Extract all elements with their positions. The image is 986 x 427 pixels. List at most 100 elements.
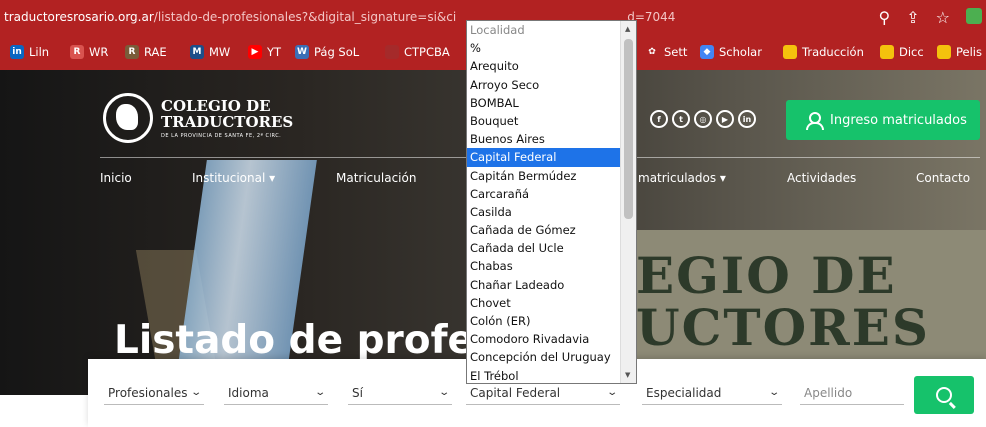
page-background (0, 395, 88, 427)
profesionales-value: Profesionales (108, 385, 188, 400)
dropdown-scrollbar[interactable]: ▲ ▼ (620, 21, 636, 383)
login-label: Ingreso matriculados (830, 112, 967, 128)
scrollbar-thumb[interactable] (624, 39, 633, 219)
nav-actividades[interactable]: Actividades (787, 171, 856, 185)
user-icon (806, 112, 824, 130)
bookmark-icon: W (295, 45, 309, 59)
dropdown-option[interactable]: Concepción del Uruguay (467, 348, 636, 366)
idioma-value: Idioma (228, 385, 269, 400)
bookmark-label: WR (89, 45, 109, 59)
zoom-icon[interactable]: ⚲ (879, 8, 891, 27)
bookmark-icon: ▶ (248, 45, 262, 59)
wall-text-line1: EGIO DE (636, 246, 897, 305)
star-icon[interactable]: ☆ (936, 8, 950, 27)
dropdown-option[interactable]: Colón (ER) (467, 312, 636, 330)
apellido-input[interactable]: Apellido (800, 381, 904, 405)
dropdown-option[interactable]: Cañada de Gómez (467, 221, 636, 239)
localidad-dropdown-list[interactable]: Localidad% Arequito Arroyo Seco BOMBAL Bouqu… (466, 20, 637, 384)
bookmark-item[interactable]: Dicc (880, 45, 924, 59)
bookmark-label: Liln (29, 45, 50, 59)
dropdown-option[interactable]: Bouquet (467, 112, 636, 130)
dropdown-option[interactable]: Capital Federal (467, 148, 636, 167)
extension-icon[interactable] (966, 8, 982, 24)
localidad-select[interactable]: Capital Federal ⌄ (466, 381, 620, 405)
apellido-placeholder: Apellido (804, 385, 853, 400)
chevron-down-icon: ⌄ (437, 387, 450, 398)
dropdown-option[interactable]: Capitán Bermúdez (467, 167, 636, 185)
bookmark-item[interactable]: Traducción (783, 45, 864, 59)
dropdown-option[interactable]: Chabas (467, 257, 636, 275)
youtube-icon[interactable]: ▶ (716, 110, 734, 128)
bookmark-icon (385, 45, 399, 59)
dropdown-option[interactable]: Arequito (467, 57, 636, 75)
dropdown-option[interactable]: El Trébol (467, 367, 636, 383)
nav-institucional[interactable]: Institucional ▾ (192, 171, 275, 185)
logo-line1: COLEGIO DE (161, 96, 271, 115)
search-button[interactable] (914, 376, 974, 414)
bookmark-item[interactable]: R WR (70, 45, 108, 59)
bookmark-label: Pág SoL (314, 45, 360, 59)
dropdown-option[interactable]: Chovet (467, 294, 636, 312)
twitter-icon[interactable]: t (672, 110, 690, 128)
dropdown-option[interactable]: Localidad (467, 21, 636, 39)
dropdown-option[interactable]: Comodoro Rivadavia (467, 330, 636, 348)
bookmark-icon (783, 45, 797, 59)
scroll-up-icon[interactable]: ▲ (625, 25, 630, 33)
nav-matriculados[interactable]: matriculados ▾ (638, 171, 726, 185)
bookmark-icon: R (70, 45, 84, 59)
social-links: f t ◎ ▶ in (650, 110, 756, 128)
bookmark-label: Pelis (956, 45, 982, 59)
firma-digital-select[interactable]: Sí ⌄ (348, 381, 452, 405)
chevron-down-icon: ⌄ (605, 387, 618, 398)
bookmark-item[interactable]: ◆ Scholar (700, 45, 762, 59)
share-icon[interactable]: ⇪ (906, 8, 919, 27)
chevron-down-icon: ⌄ (767, 387, 780, 398)
dropdown-option[interactable]: Chañar Ladeado (467, 276, 636, 294)
chevron-down-icon: ⌄ (313, 387, 326, 398)
bookmark-label: CTPCBA (404, 45, 450, 59)
dropdown-option[interactable]: Casilda (467, 203, 636, 221)
bookmark-icon: in (10, 45, 24, 59)
bookmark-label: RAE (144, 45, 167, 59)
dropdown-option[interactable]: Cañada del Ucle (467, 239, 636, 257)
dropdown-option[interactable]: BOMBAL (467, 94, 636, 112)
nav-matriculacion[interactable]: Matriculación (336, 171, 416, 185)
bookmark-item[interactable]: ✿ Sett (645, 45, 687, 59)
facebook-icon[interactable]: f (650, 110, 668, 128)
bookmark-label: YT (267, 45, 282, 59)
nav-inicio[interactable]: Inicio (100, 171, 132, 185)
search-icon (936, 387, 952, 403)
especialidad-select[interactable]: Especialidad ⌄ (642, 381, 782, 405)
bookmark-item[interactable]: Pelis (937, 45, 982, 59)
bookmark-item[interactable]: CTPCBA (385, 45, 450, 59)
bookmark-item[interactable]: W Pág SoL (295, 45, 359, 59)
bookmark-label: Scholar (719, 45, 762, 59)
bookmark-item[interactable]: R RAE (125, 45, 167, 59)
bookmark-icon (880, 45, 894, 59)
site-logo[interactable]: COLEGIO DE TRADUCTORES DE LA PROVINCIA D… (103, 93, 293, 143)
dropdown-option[interactable]: % (467, 39, 636, 57)
bookmark-item[interactable]: M MW (190, 45, 230, 59)
logo-subtitle: DE LA PROVINCIA DE SANTA FE, 2ª CIRC. (161, 132, 282, 139)
bookmark-icon: R (125, 45, 139, 59)
dropdown-option[interactable]: Buenos Aires (467, 130, 636, 148)
bookmark-label: MW (209, 45, 231, 59)
dropdown-option[interactable]: Carcarañá (467, 185, 636, 203)
instagram-icon[interactable]: ◎ (694, 110, 712, 128)
idioma-select[interactable]: Idioma ⌄ (224, 381, 328, 405)
login-button[interactable]: Ingreso matriculados (786, 100, 980, 140)
nav-contacto[interactable]: Contacto (916, 171, 970, 185)
especialidad-value: Especialidad (646, 385, 722, 400)
url-domain: traductoresrosario.org.ar (4, 10, 154, 24)
chevron-down-icon: ⌄ (189, 387, 202, 398)
linkedin-icon[interactable]: in (738, 110, 756, 128)
scroll-down-icon[interactable]: ▼ (625, 371, 630, 379)
bookmark-item[interactable]: in Liln (10, 45, 49, 59)
bookmark-label: Dicc (899, 45, 924, 59)
profesionales-select[interactable]: Profesionales ⌄ (104, 381, 204, 405)
firma-value: Sí (352, 385, 363, 400)
bookmark-icon: ◆ (700, 45, 714, 59)
dropdown-option[interactable]: Arroyo Seco (467, 76, 636, 94)
bookmark-label: Sett (664, 45, 688, 59)
bookmark-item[interactable]: ▶ YT (248, 45, 281, 59)
